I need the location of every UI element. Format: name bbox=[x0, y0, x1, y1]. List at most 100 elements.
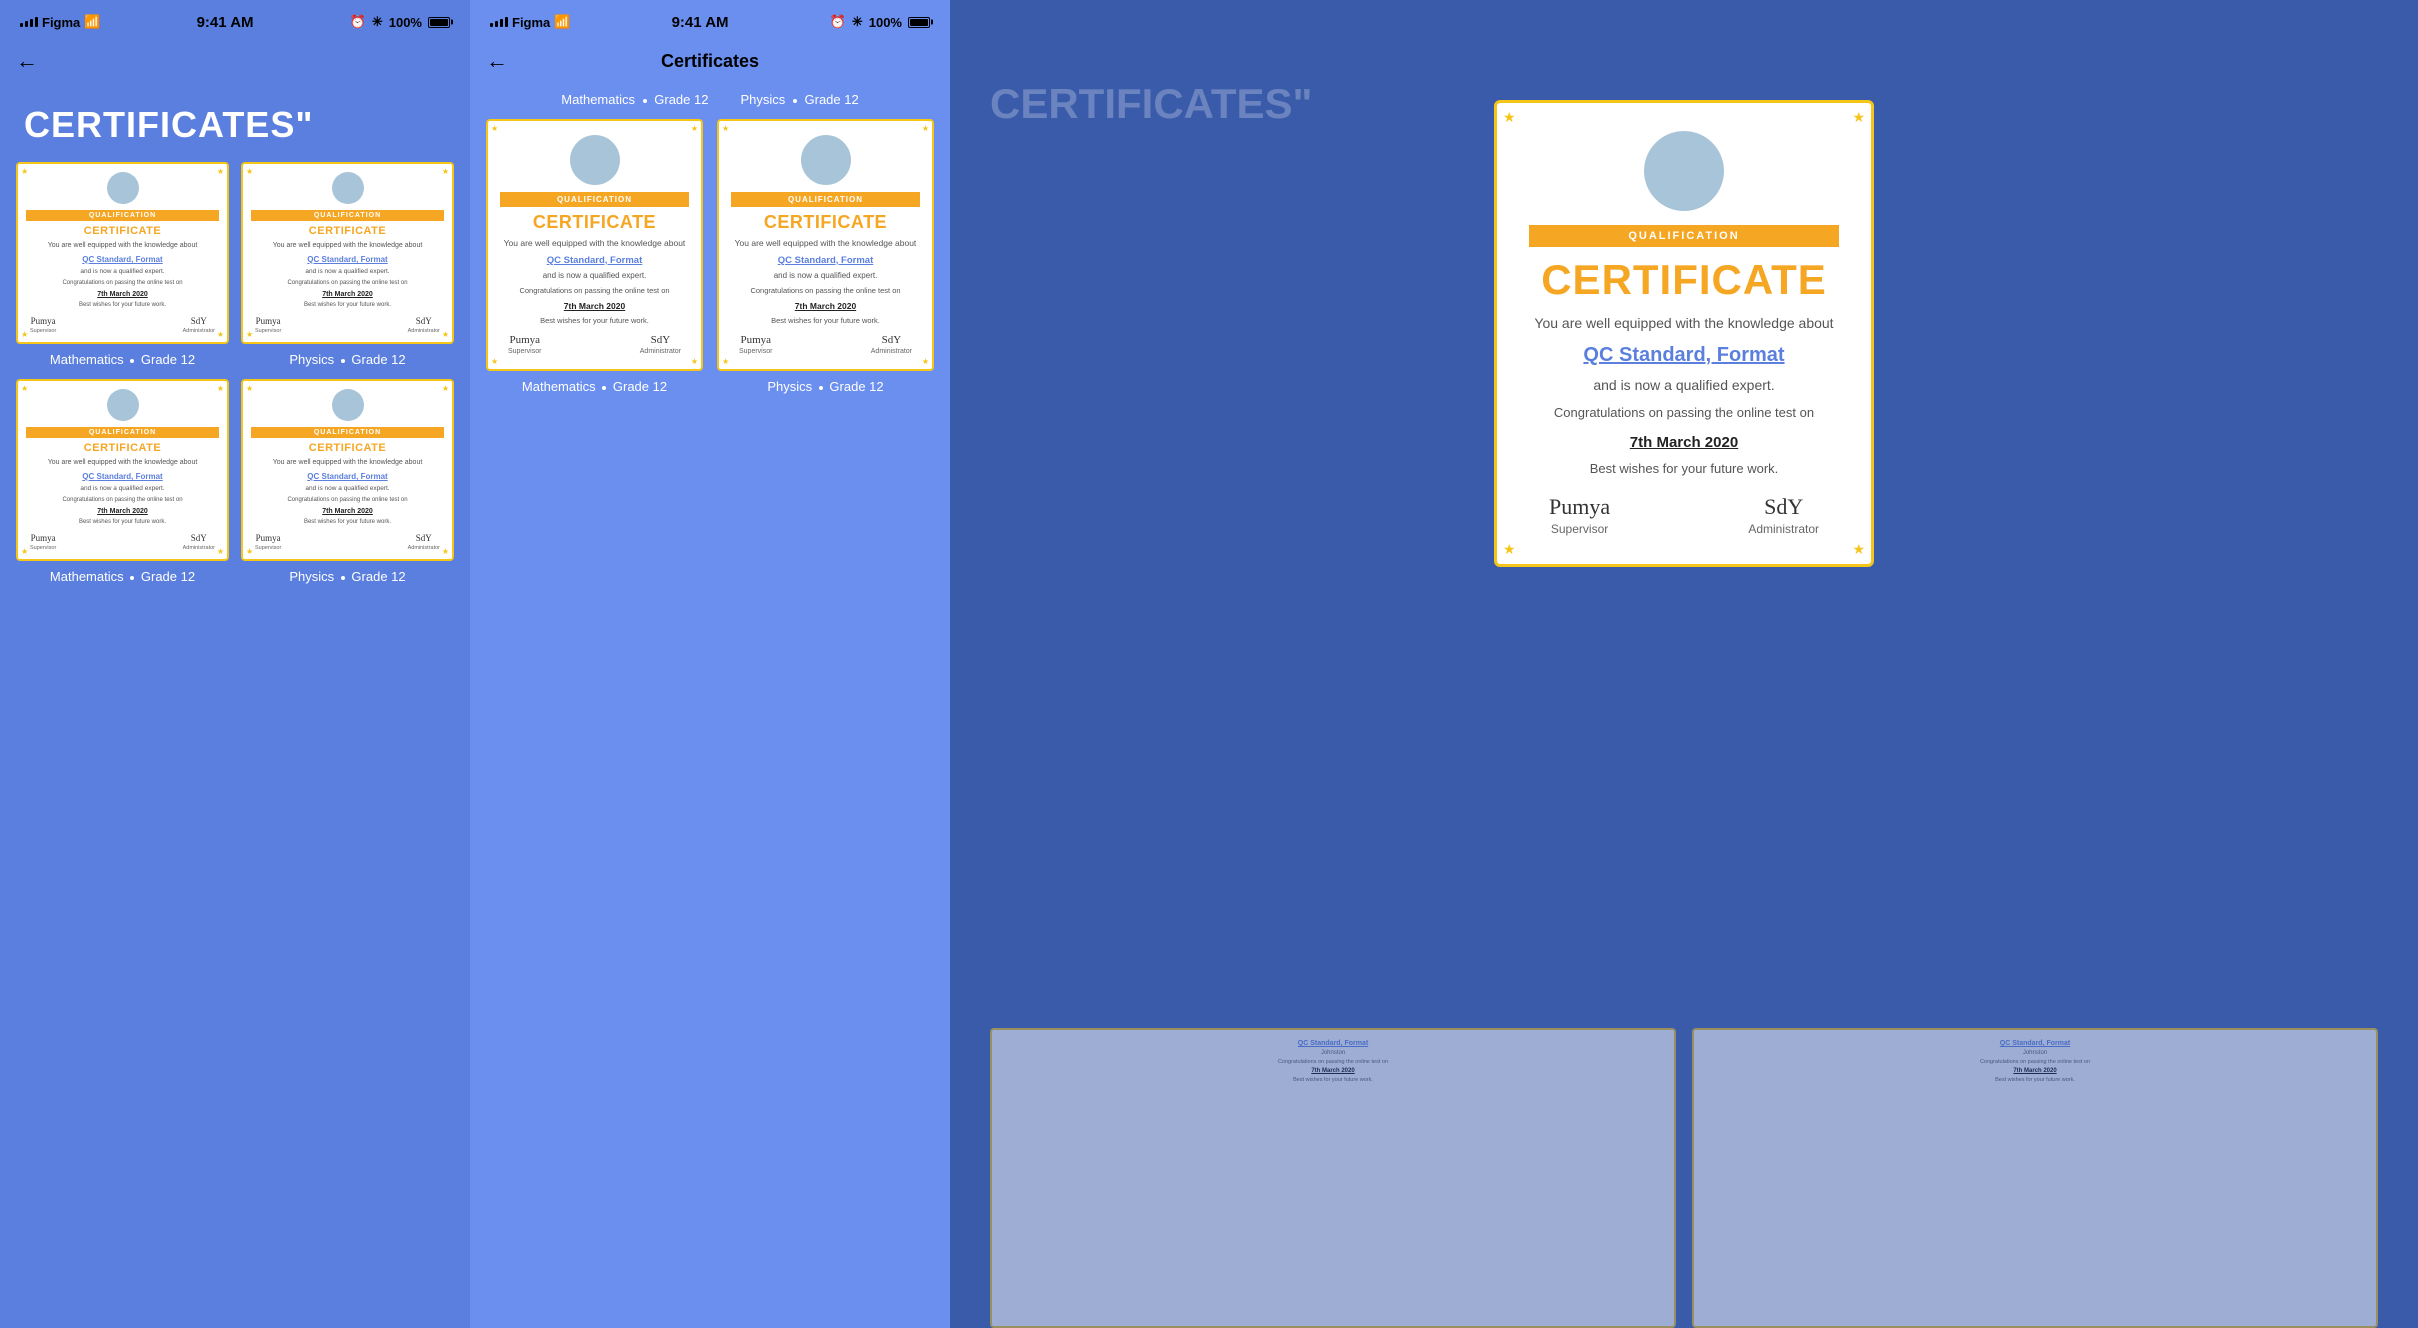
big-cert-sig-supervisor: Pumya Supervisor bbox=[1549, 494, 1610, 536]
cert-best-wishes: Best wishes for your future work. bbox=[304, 519, 391, 525]
cert-sig-supervisor-lg: Pumya Supervisor bbox=[508, 334, 541, 355]
cert-item-mathematics-2[interactable]: ★ ★ QUALIFICATION CERTIFICATE You are we… bbox=[16, 379, 229, 584]
cert-body: You are well equipped with the knowledge… bbox=[273, 458, 423, 468]
cert-date: 7th March 2020 bbox=[97, 508, 148, 515]
bg-cert-wishes-1: Best wishes for your future work. bbox=[1293, 1077, 1373, 1083]
certificates-heading-panel1: CERTIFICATES" bbox=[24, 104, 446, 146]
corner-star-tl: ★ bbox=[246, 167, 253, 176]
cert-title: CERTIFICATE bbox=[309, 225, 386, 237]
panel2-cert-item-mathematics[interactable]: ★ ★ QUALIFICATION CERTIFICATE You are we… bbox=[486, 119, 703, 394]
panel3-bg-certs: QC Standard, Format Johnston Congratulat… bbox=[950, 1028, 2418, 1328]
back-button-panel1[interactable]: ← bbox=[16, 48, 38, 74]
cert-subject-link[interactable]: QC Standard, Format bbox=[82, 255, 162, 264]
cert-signatures: Pumya Supervisor SdY Administrator bbox=[251, 533, 444, 551]
supervisor-sig: Pumya bbox=[256, 533, 281, 543]
cert-label-mathematics-1: Mathematics Grade 12 bbox=[50, 352, 195, 367]
corner-star-tl: ★ bbox=[246, 384, 253, 393]
cert-card-physics-2[interactable]: ★ ★ QUALIFICATION CERTIFICATE You are we… bbox=[241, 379, 454, 561]
big-cert-congrats: Congratulations on passing the online te… bbox=[1554, 403, 1814, 424]
cert-body-lg: You are well equipped with the knowledge… bbox=[735, 238, 917, 250]
panel-list-view: Figma 📶 9:41 AM ⏰ ✳ 100% ← CERTIFICATES"… bbox=[0, 0, 470, 1328]
panel2-cert-card-mathematics[interactable]: ★ ★ QUALIFICATION CERTIFICATE You are we… bbox=[486, 119, 703, 371]
big-cert-avatar bbox=[1644, 131, 1724, 211]
panel-filtered-view: Figma 📶 9:41 AM ⏰ ✳ 100% ← Certificates … bbox=[470, 0, 950, 1328]
panel2-cert-card-physics[interactable]: ★ ★ QUALIFICATION CERTIFICATE You are we… bbox=[717, 119, 934, 371]
corner-star-bl: ★ bbox=[491, 357, 498, 366]
bluetooth-icon-p2: ✳ bbox=[852, 14, 863, 30]
cert-sig-administrator: SdY Administrator bbox=[183, 316, 215, 334]
cert-card-mathematics-1[interactable]: ★ ★ QUALIFICATION CERTIFICATE You are we… bbox=[16, 162, 229, 344]
status-bar-panel2: Figma 📶 9:41 AM ⏰ ✳ 100% bbox=[470, 0, 950, 44]
panel1-header: CERTIFICATES" bbox=[0, 84, 470, 162]
qualification-banner-lg: QUALIFICATION bbox=[731, 192, 920, 207]
cert-sig-administrator-lg: SdY Administrator bbox=[871, 334, 912, 355]
filter-tab-mathematics[interactable]: Mathematics Grade 12 bbox=[561, 92, 708, 107]
panel2-cert-item-physics[interactable]: ★ ★ QUALIFICATION CERTIFICATE You are we… bbox=[717, 119, 934, 394]
big-cert-body: You are well equipped with the knowledge… bbox=[1534, 313, 1833, 334]
panel3-bg-cert-2: QC Standard, Format Johnston Congratulat… bbox=[1692, 1028, 2378, 1328]
cert-sig-supervisor: Pumya Supervisor bbox=[30, 316, 56, 334]
administrator-sig: SdY bbox=[416, 316, 432, 326]
cert-congrats: Congratulations on passing the online te… bbox=[287, 496, 407, 504]
cert-date: 7th March 2020 bbox=[322, 508, 373, 515]
big-cert-date: 7th March 2020 bbox=[1630, 434, 1738, 451]
cert-subject-link[interactable]: QC Standard, Format bbox=[307, 255, 387, 264]
administrator-label: Administrator bbox=[408, 328, 440, 334]
cert-sig-administrator: SdY Administrator bbox=[408, 316, 440, 334]
carrier-info-p2: Figma 📶 bbox=[490, 14, 570, 30]
cert-best-wishes-lg: Best wishes for your future work. bbox=[771, 316, 880, 325]
supervisor-label: Supervisor bbox=[255, 328, 281, 334]
corner-star-br: ★ bbox=[691, 357, 698, 366]
supervisor-sig: Pumya bbox=[256, 316, 281, 326]
big-cert-popup[interactable]: ★ ★ QUALIFICATION CERTIFICATE You are we… bbox=[1494, 100, 1874, 567]
cert-item-mathematics-1[interactable]: ★ ★ QUALIFICATION CERTIFICATE You are we… bbox=[16, 162, 229, 367]
bg-cert-name-1: Johnston bbox=[1321, 1050, 1345, 1056]
cert-label-physics-1: Physics Grade 12 bbox=[289, 352, 405, 367]
big-cert-title: CERTIFICATE bbox=[1541, 257, 1827, 303]
corner-star-bl: ★ bbox=[246, 547, 253, 556]
cert-signatures-lg: Pumya Supervisor SdY Administrator bbox=[500, 334, 689, 355]
corner-star-bl: ★ bbox=[246, 330, 253, 339]
cert-signatures: Pumya Supervisor SdY Administrator bbox=[251, 316, 444, 334]
qualification-banner: QUALIFICATION bbox=[251, 210, 444, 221]
bg-cert-date-2: 7th March 2020 bbox=[2013, 1068, 2056, 1074]
panel2-cert-label-mathematics: Mathematics Grade 12 bbox=[522, 379, 667, 394]
panel3-certificates-heading: CERTIFICATES" bbox=[950, 0, 1352, 128]
cert-qualified-lg: and is now a qualified expert. bbox=[543, 271, 647, 280]
cert-title: CERTIFICATE bbox=[309, 442, 386, 454]
back-button-panel2[interactable]: ← bbox=[486, 48, 508, 74]
cert-qualified: and is now a qualified expert. bbox=[305, 485, 389, 492]
big-supervisor-label: Supervisor bbox=[1551, 522, 1608, 536]
cert-sig-administrator: SdY Administrator bbox=[183, 533, 215, 551]
administrator-sig: SdY bbox=[191, 316, 207, 326]
administrator-label: Administrator bbox=[183, 328, 215, 334]
cert-item-physics-2[interactable]: ★ ★ QUALIFICATION CERTIFICATE You are we… bbox=[241, 379, 454, 584]
cert-body: You are well equipped with the knowledge… bbox=[48, 241, 198, 251]
cert-subject-link-lg[interactable]: QC Standard, Format bbox=[547, 255, 643, 266]
cert-item-physics-1[interactable]: ★ ★ QUALIFICATION CERTIFICATE You are we… bbox=[241, 162, 454, 367]
battery-icon-p2 bbox=[908, 17, 930, 28]
cert-subject-link[interactable]: QC Standard, Format bbox=[82, 472, 162, 481]
cert-card-mathematics-2[interactable]: ★ ★ QUALIFICATION CERTIFICATE You are we… bbox=[16, 379, 229, 561]
corner-star-tl: ★ bbox=[21, 167, 28, 176]
cert-subject-link-lg[interactable]: QC Standard, Format bbox=[778, 255, 874, 266]
big-corner-star-br: ★ bbox=[1852, 541, 1865, 558]
big-cert-subject-link[interactable]: QC Standard, Format bbox=[1583, 344, 1784, 367]
bg-cert-subject-1: QC Standard, Format bbox=[1298, 1040, 1368, 1047]
bg-cert-subject-2: QC Standard, Format bbox=[2000, 1040, 2070, 1047]
cert-subject-link[interactable]: QC Standard, Format bbox=[307, 472, 387, 481]
cert-body: You are well equipped with the knowledge… bbox=[273, 241, 423, 251]
cert-avatar-lg bbox=[570, 135, 620, 185]
cert-card-physics-1[interactable]: ★ ★ QUALIFICATION CERTIFICATE You are we… bbox=[241, 162, 454, 344]
corner-star-tl: ★ bbox=[722, 124, 729, 133]
administrator-sig-lg: SdY bbox=[882, 334, 902, 346]
administrator-label-lg: Administrator bbox=[640, 348, 681, 355]
certificate-grid-panel2: ★ ★ QUALIFICATION CERTIFICATE You are we… bbox=[470, 119, 950, 394]
cert-qualified-lg: and is now a qualified expert. bbox=[774, 271, 878, 280]
cert-body: You are well equipped with the knowledge… bbox=[48, 458, 198, 468]
battery-label-p2: 100% bbox=[869, 15, 902, 30]
administrator-sig-lg: SdY bbox=[651, 334, 671, 346]
cert-sig-supervisor: Pumya Supervisor bbox=[30, 533, 56, 551]
panel3-overlay: CERTIFICATES" ★ ★ QUALIFICATION CERTIFIC… bbox=[950, 0, 2418, 1328]
filter-tab-physics[interactable]: Physics Grade 12 bbox=[740, 92, 858, 107]
